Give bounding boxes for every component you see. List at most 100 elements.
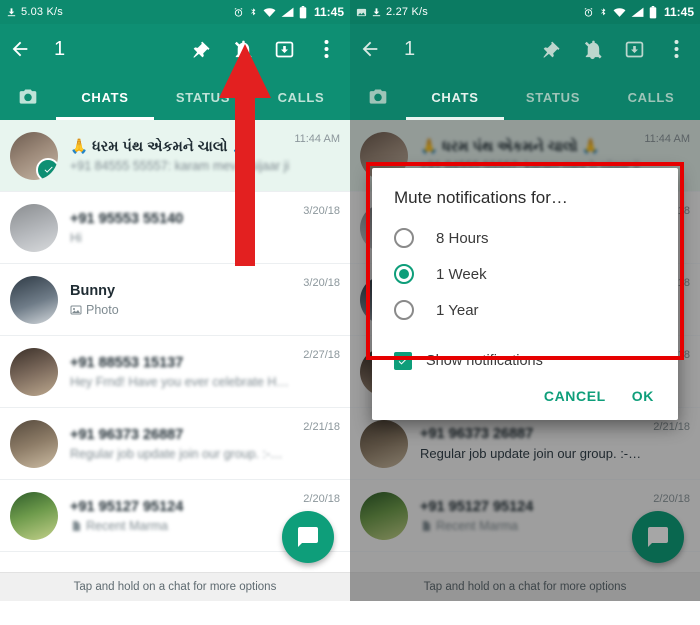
tab-chats[interactable]: CHATS	[56, 74, 154, 120]
pin-icon[interactable]	[538, 37, 562, 61]
wifi-icon	[263, 7, 276, 18]
ok-button[interactable]: OK	[632, 388, 654, 404]
chat-message: Hi	[70, 230, 82, 245]
dialog-actions: CANCEL OK	[372, 374, 678, 420]
chat-time: 11:44 AM	[294, 133, 340, 145]
chat-title: 🙏 ધરમ પંથ એકમને ચાલો 🙏	[70, 139, 250, 155]
avatar	[10, 275, 58, 324]
status-bar-right: 11:45	[233, 5, 344, 19]
photo-icon	[70, 304, 82, 316]
clock: 11:45	[313, 5, 344, 19]
left-app-bar: 1	[0, 24, 350, 74]
tab-calls[interactable]: CALLS	[602, 74, 700, 120]
right-app-bar: 1	[350, 24, 700, 74]
dialog-title: Mute notifications for…	[394, 188, 568, 207]
avatar	[10, 203, 58, 252]
table-row[interactable]: 🙏 ધરમ પંથ એકમને ચાલો 🙏 +91 84555 55557: …	[0, 120, 350, 192]
right-tab-bar: CHATS STATUS CALLS	[350, 74, 700, 120]
back-arrow-icon[interactable]	[8, 37, 32, 61]
chat-body: +91 96373 26887 Regular job update join …	[408, 426, 653, 461]
mute-icon[interactable]	[580, 37, 604, 61]
chat-message: Recent Marma	[70, 519, 303, 533]
chat-time: 2/21/18	[303, 421, 340, 433]
tab-calls-label: CALLS	[627, 89, 675, 105]
archive-icon[interactable]	[622, 37, 646, 61]
signal-icon	[631, 7, 644, 18]
chat-title: +91 95553 55140	[70, 210, 184, 227]
checkbox-checked-icon	[394, 352, 412, 370]
tab-chats-label: CHATS	[431, 89, 479, 105]
chat-message: Regular job update join our group. :-…	[420, 446, 642, 461]
radio-option-8-hours[interactable]: 8 Hours	[372, 220, 678, 256]
download-icon	[6, 7, 17, 18]
chat-time: 2/20/18	[653, 493, 690, 505]
status-bar-left: 5.03 K/s	[6, 6, 233, 18]
tab-status[interactable]: STATUS	[504, 74, 602, 120]
chat-time: 3/20/18	[303, 277, 340, 289]
chat-title: +91 96373 26887	[420, 426, 534, 442]
doc-icon	[420, 520, 432, 532]
chat-title: +91 95127 95124	[70, 498, 184, 515]
chat-body: +91 95553 55140 Hi	[58, 211, 303, 245]
tab-status[interactable]: STATUS	[154, 74, 252, 120]
right-status-bar: 2.27 K/s 11:45	[350, 0, 700, 24]
dialog-divider	[372, 328, 678, 342]
network-speed: 2.27 K/s	[386, 6, 428, 18]
chat-message: Recent Marma	[420, 519, 653, 533]
wifi-icon	[613, 7, 626, 18]
radio-option-1-week[interactable]: 1 Week	[372, 256, 678, 292]
overflow-menu-icon[interactable]	[314, 37, 338, 61]
radio-option-1-year[interactable]: 1 Year	[372, 292, 678, 328]
chat-title: +91 88553 15137	[70, 354, 184, 371]
chat-title: +91 96373 26887	[70, 426, 184, 443]
avatar	[10, 347, 58, 396]
radio-label: 1 Week	[436, 265, 487, 283]
selection-count: 1	[404, 37, 416, 60]
left-screen: 5.03 K/s 11:45 1 CHATS STATUS CALLS 🙏 ધર…	[0, 0, 350, 625]
avatar	[10, 419, 58, 468]
chat-title: +91 95127 95124	[420, 498, 534, 515]
overflow-menu-icon[interactable]	[664, 37, 688, 61]
doc-icon	[70, 520, 82, 532]
selection-count: 1	[54, 37, 66, 60]
left-chat-list[interactable]: 🙏 ધરમ પંથ એકમને ચાલો 🙏 +91 84555 55557: …	[0, 120, 350, 601]
clock: 11:45	[663, 5, 694, 19]
tab-calls[interactable]: CALLS	[252, 74, 350, 120]
new-chat-fab[interactable]	[282, 511, 334, 563]
checkbox-label: Show notifications	[426, 353, 543, 369]
mute-icon[interactable]	[230, 37, 254, 61]
table-row[interactable]: +91 96373 26887 Regular job update join …	[0, 408, 350, 480]
alarm-icon	[233, 7, 244, 18]
selected-check-icon	[36, 157, 58, 180]
chat-message-text: Recent Marma	[436, 518, 518, 533]
tab-camera[interactable]	[0, 74, 56, 120]
table-row[interactable]: Bunny Photo 3/20/18	[0, 264, 350, 336]
chat-time: 11:44 AM	[644, 133, 690, 145]
radio-icon	[394, 228, 414, 248]
show-notifications-checkbox-row[interactable]: Show notifications	[372, 342, 678, 374]
mute-notifications-dialog: Mute notifications for… 8 Hours 1 Week 1…	[372, 168, 678, 420]
app-bar-actions	[538, 37, 692, 61]
pin-icon[interactable]	[188, 37, 212, 61]
image-icon	[356, 7, 367, 18]
table-row[interactable]: +91 88553 15137 Hey Frnd! Have you ever …	[0, 336, 350, 408]
tab-chats[interactable]: CHATS	[406, 74, 504, 120]
chat-message: Regular job update join our group. :-…	[70, 446, 283, 461]
radio-label: 1 Year	[436, 301, 479, 319]
avatar	[360, 419, 408, 468]
radio-icon-selected	[394, 264, 414, 284]
tab-status-label: STATUS	[525, 89, 581, 105]
download-icon	[371, 7, 382, 18]
alarm-icon	[583, 7, 594, 18]
status-bar-right: 11:45	[583, 5, 694, 19]
radio-icon	[394, 300, 414, 320]
tab-camera[interactable]	[350, 74, 406, 120]
new-chat-fab[interactable]	[632, 511, 684, 563]
archive-icon[interactable]	[272, 37, 296, 61]
left-tab-bar: CHATS STATUS CALLS	[0, 74, 350, 120]
cancel-button[interactable]: CANCEL	[544, 388, 606, 404]
table-row[interactable]: +91 95553 55140 Hi 3/20/18	[0, 192, 350, 264]
avatar	[10, 491, 58, 540]
back-arrow-icon[interactable]	[358, 37, 382, 61]
left-status-bar: 5.03 K/s 11:45	[0, 0, 350, 24]
